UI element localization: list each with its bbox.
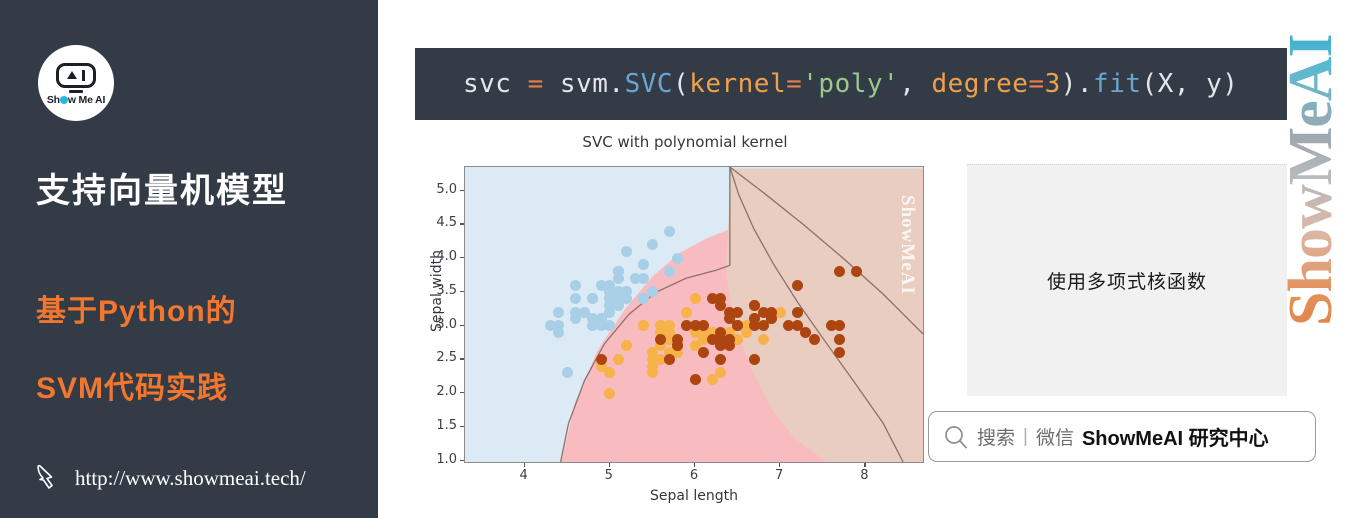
chart-panel: SVC with polynomial kernel Sepal width S… xyxy=(415,133,955,513)
x-tick-label: 8 xyxy=(860,468,869,483)
x-tick-label: 4 xyxy=(519,468,528,483)
decision-boundary-lines xyxy=(559,167,923,462)
data-point xyxy=(715,353,727,365)
robot-face-icon xyxy=(56,62,96,88)
x-tick-mark xyxy=(523,463,525,467)
code-token: kernel xyxy=(689,69,787,99)
code-block: svc = svm.SVC(kernel='poly', degree=3).f… xyxy=(415,48,1287,120)
x-tick-mark xyxy=(694,463,696,467)
caption-panel: 使用多项式核函数 xyxy=(967,164,1287,396)
data-point xyxy=(570,279,582,291)
code-token: , xyxy=(899,69,932,99)
data-point xyxy=(791,320,803,332)
data-point xyxy=(612,266,624,278)
data-point xyxy=(834,333,846,345)
website-url: http://www.showmeai.tech/ xyxy=(75,465,306,490)
sidebar: Sh w Me AI 支持向量机模型 基于Python的 SVM代码实践 http… xyxy=(0,0,378,518)
data-point xyxy=(715,333,727,345)
data-point xyxy=(595,353,607,365)
data-point xyxy=(749,299,761,311)
chart-watermark: ShowMeAI xyxy=(897,195,918,295)
data-point xyxy=(757,333,769,345)
code-token: . xyxy=(1076,69,1094,99)
code-token: = xyxy=(527,69,544,99)
code-token: degree xyxy=(931,69,1029,99)
data-point xyxy=(749,353,761,365)
slide-root: Sh w Me AI 支持向量机模型 基于Python的 SVM代码实践 http… xyxy=(0,0,1361,518)
data-point xyxy=(663,266,675,278)
caption-text: 使用多项式核函数 xyxy=(1046,272,1207,293)
data-point xyxy=(612,353,624,365)
page-title: 支持向量机模型 xyxy=(36,172,288,210)
data-point xyxy=(629,272,641,284)
logo-a-glyph xyxy=(66,71,77,80)
data-point xyxy=(689,374,701,386)
data-point xyxy=(706,293,718,305)
website-url-row[interactable]: http://www.showmeai.tech/ xyxy=(36,463,306,493)
x-tick-mark xyxy=(779,463,781,467)
search-icon xyxy=(945,425,967,448)
code-token: ) xyxy=(1060,69,1077,99)
data-point xyxy=(646,239,658,251)
data-point xyxy=(808,333,820,345)
wechat-search-bar[interactable]: 搜索 | 微信 ShowMeAI 研究中心 xyxy=(928,411,1316,462)
code-token: 3 xyxy=(1044,69,1061,99)
code-token: . xyxy=(608,69,625,99)
code-token: = xyxy=(786,69,803,99)
search-brand: ShowMeAI 研究中心 xyxy=(1081,428,1269,450)
search-divider: | xyxy=(1023,425,1028,447)
data-point xyxy=(570,306,582,318)
code-token: svc xyxy=(463,69,512,99)
x-tick-label: 6 xyxy=(689,468,699,483)
x-tick-label: 5 xyxy=(604,468,613,483)
x-tick-label: 7 xyxy=(775,468,784,483)
data-point xyxy=(604,387,616,399)
subtitle-line-2: SVM代码实践 xyxy=(36,372,229,405)
data-point xyxy=(680,306,692,318)
search-channel: 微信 xyxy=(1035,428,1074,449)
data-point xyxy=(663,353,675,365)
code-token: ( xyxy=(673,69,690,99)
data-point xyxy=(757,306,769,318)
cursor-pointer-icon xyxy=(37,464,53,489)
data-point xyxy=(689,293,701,305)
data-point xyxy=(791,279,803,291)
x-tick-mark xyxy=(864,463,866,467)
logo-neck xyxy=(69,90,83,94)
data-point xyxy=(791,306,803,318)
data-point xyxy=(655,333,667,345)
data-point xyxy=(553,306,565,318)
code-token: (X, y) xyxy=(1141,69,1239,99)
x-tick-mark xyxy=(608,463,611,467)
code-token: svm xyxy=(543,69,609,99)
code-token: SVC xyxy=(624,69,674,99)
code-token: = xyxy=(1028,69,1045,99)
chart-plot-area: ShowMeAI xyxy=(464,166,924,463)
logo-brand-text: Sh w Me AI xyxy=(46,94,106,107)
subtitle-line-1: 基于Python的 xyxy=(36,295,237,328)
search-placeholder: 搜索 xyxy=(977,428,1016,449)
code-token: fit xyxy=(1093,69,1142,99)
showmeai-logo: Sh w Me AI xyxy=(38,45,114,121)
logo-dot-icon xyxy=(59,96,68,105)
code-line: svc = svm.SVC(kernel='poly', degree=3).f… xyxy=(463,69,1238,99)
logo-i-glyph xyxy=(81,69,86,81)
data-point xyxy=(663,225,675,237)
code-token: 'poly' xyxy=(802,69,900,99)
